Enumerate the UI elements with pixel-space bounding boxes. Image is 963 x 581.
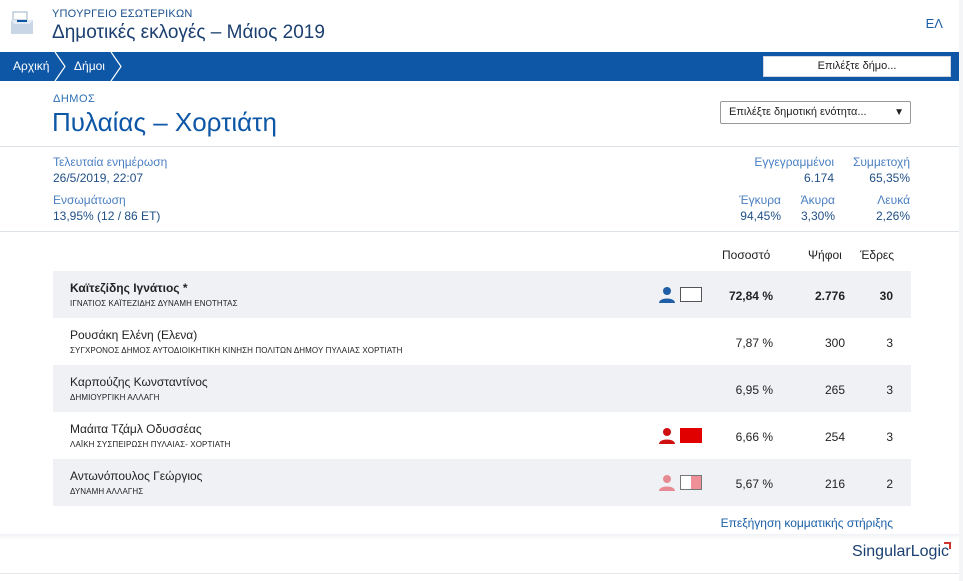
party-name: ΛΑΪΚΗ ΣΥΣΠΕΙΡΩΣΗ ΠΥΛΑΙΑΣ- ΧΟΡΤΙΑΤΗ bbox=[70, 440, 231, 449]
ministry-name: ΥΠΟΥΡΓΕΙΟ ΕΣΩΤΕΡΙΚΩΝ bbox=[52, 8, 193, 20]
municipality-label: ΔΗΜΟΣ bbox=[53, 93, 96, 105]
table-row[interactable]: Καϊτεζίδης Ιγνάτιος * ΙΓΝΑΤΙΟΣ ΚΑΪΤΕΖΙΔΗ… bbox=[53, 271, 911, 318]
flag-icon bbox=[680, 428, 702, 443]
breadcrumb-home[interactable]: Αρχική bbox=[13, 52, 49, 81]
valid-value: 94,45% bbox=[740, 209, 781, 223]
registered-label: Εγγεγραμμένοι bbox=[754, 155, 834, 169]
table-row[interactable]: Καρπούζης Κωνσταντίνος ΔΗΜΙΟΥΡΓΙΚΗ ΑΛΛΑΓ… bbox=[53, 365, 911, 412]
candidate-name: Καρπούζης Κωνσταντίνος bbox=[70, 375, 208, 389]
votes-value: 254 bbox=[824, 430, 845, 444]
seats-value: 3 bbox=[886, 336, 893, 350]
table-row[interactable]: Ρουσάκη Ελένη (Ελενα) ΣΥΓΧΡΟΝΟΣ ΔΗΜΟΣ ΑΥ… bbox=[53, 318, 911, 365]
party-name: ΔΥΝΑΜΗ ΑΛΛΑΓΗΣ bbox=[70, 487, 144, 496]
integration-label: Ενσωμάτωση bbox=[53, 193, 126, 207]
seats-value: 3 bbox=[886, 383, 893, 397]
column-header-percent: Ποσοστό bbox=[722, 248, 771, 262]
breadcrumb-municipalities[interactable]: Δήμοι bbox=[74, 52, 105, 81]
language-switch[interactable]: ΕΛ bbox=[926, 16, 943, 31]
table-row[interactable]: Μαάιτα Τζάμλ Οδυσσέας ΛΑΪΚΗ ΣΥΣΠΕΙΡΩΣΗ Π… bbox=[53, 412, 911, 459]
divider bbox=[0, 231, 959, 232]
person-icon bbox=[659, 428, 675, 444]
column-header-votes: Ψήφοι bbox=[808, 248, 842, 262]
person-icon bbox=[659, 287, 675, 303]
invalid-value: 3,30% bbox=[800, 209, 835, 223]
valid-label: Έγκυρα bbox=[739, 193, 781, 207]
candidate-name: Μαάιτα Τζάμλ Οδυσσέας bbox=[70, 422, 202, 436]
registered-value: 6.174 bbox=[803, 171, 834, 185]
municipal-unit-select-value: Επιλέξτε δημοτική ενότητα... bbox=[729, 106, 867, 118]
page-title: Πυλαίας – Χορτιάτη bbox=[52, 107, 277, 137]
candidate-name: Αντωνόπουλος Γεώργιος bbox=[70, 469, 203, 483]
seats-value: 2 bbox=[886, 477, 893, 491]
party-name: ΣΥΓΧΡΟΝΟΣ ΔΗΜΟΣ ΑΥΤΟΔΙΟΙΚΗΤΙΚΗ ΚΙΝΗΣΗ ΠΟ… bbox=[70, 346, 403, 355]
election-title: Δημοτικές εκλογές – Μάιος 2019 bbox=[52, 22, 325, 43]
seats-value: 30 bbox=[879, 289, 893, 303]
divider bbox=[0, 573, 963, 574]
invalid-label: Άκυρα bbox=[800, 193, 835, 207]
scrollbar-track[interactable] bbox=[959, 0, 963, 581]
column-header-seats: Έδρες bbox=[860, 248, 895, 262]
candidate-name: Καϊτεζίδης Ιγνάτιος * bbox=[70, 281, 188, 295]
ballot-box-icon bbox=[11, 11, 33, 34]
votes-value: 265 bbox=[824, 383, 845, 397]
singularlogic-logo: SingularLogic bbox=[852, 543, 949, 561]
candidate-name: Ρουσάκη Ελένη (Ελενα) bbox=[70, 328, 198, 342]
percent-value: 5,67 % bbox=[735, 477, 773, 491]
footer-divider bbox=[0, 534, 963, 540]
party-name: ΙΓΝΑΤΙΟΣ ΚΑΪΤΕΖΙΔΗΣ ΔΥΝΑΜΗ ΕΝΟΤΗΤΑΣ bbox=[70, 299, 238, 308]
table-row[interactable]: Αντωνόπουλος Γεώργιος ΔΥΝΑΜΗ ΑΛΛΑΓΗΣ 5,6… bbox=[53, 459, 911, 506]
divider bbox=[0, 146, 959, 147]
percent-value: 6,95 % bbox=[735, 383, 773, 397]
municipal-unit-select[interactable]: Επιλέξτε δημοτική ενότητα... ▼ bbox=[720, 101, 911, 124]
last-update-value: 26/5/2019, 22:07 bbox=[53, 171, 144, 185]
party-support-explanation-link[interactable]: Επεξήγηση κομματικής στήριξης bbox=[721, 516, 893, 530]
brand-singular: Singular bbox=[852, 543, 911, 560]
party-name: ΔΗΜΙΟΥΡΓΙΚΗ ΑΛΛΑΓΗ bbox=[70, 393, 160, 402]
blank-value: 2,26% bbox=[875, 209, 910, 223]
chevron-right-icon bbox=[54, 52, 66, 81]
flag-icon bbox=[680, 287, 702, 302]
last-update-label: Τελευταία ενημέρωση bbox=[53, 155, 168, 169]
percent-value: 72,84 % bbox=[728, 289, 773, 303]
flag-icon bbox=[680, 475, 702, 490]
person-icon bbox=[659, 475, 675, 491]
votes-value: 216 bbox=[824, 477, 845, 491]
turnout-value: 65,35% bbox=[869, 171, 910, 185]
blank-label: Λευκά bbox=[877, 193, 910, 207]
page-header: ΥΠΟΥΡΓΕΙΟ ΕΣΩΤΕΡΙΚΩΝ Δημοτικές εκλογές –… bbox=[0, 0, 963, 52]
votes-value: 300 bbox=[824, 336, 845, 350]
percent-value: 6,66 % bbox=[735, 430, 773, 444]
seats-value: 3 bbox=[886, 430, 893, 444]
logo-mark-icon bbox=[944, 542, 951, 549]
dropdown-arrow-icon: ▼ bbox=[894, 107, 904, 118]
votes-value: 2.776 bbox=[814, 289, 845, 303]
turnout-label: Συμμετοχή bbox=[852, 155, 910, 169]
municipality-select[interactable]: Επιλέξτε δήμο... bbox=[763, 56, 951, 77]
chevron-right-icon bbox=[110, 52, 122, 81]
percent-value: 7,87 % bbox=[735, 336, 773, 350]
integration-value: 13,95% (12 / 86 ΕΤ) bbox=[53, 209, 161, 223]
